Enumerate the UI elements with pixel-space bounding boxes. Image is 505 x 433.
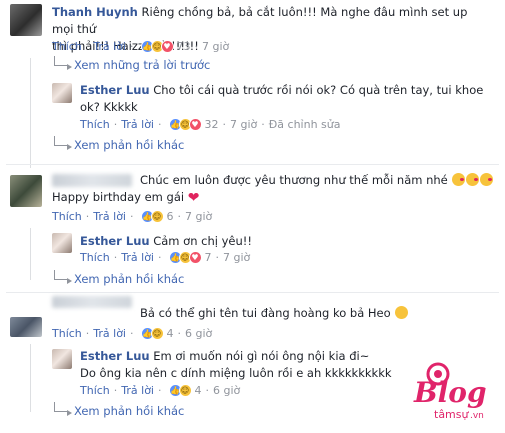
reaction-count: 73	[176, 40, 191, 53]
reaction-count: 4	[166, 327, 174, 340]
blurred-name	[52, 296, 132, 308]
timestamp[interactable]: 6 giờ	[213, 384, 240, 397]
timestamp[interactable]: 7 giờ	[185, 210, 212, 223]
commenter-name[interactable]: Esther Luu	[80, 234, 150, 248]
thread-line	[30, 58, 31, 168]
like-link[interactable]: Thích	[80, 118, 110, 131]
commenter-name[interactable]: Esther Luu	[80, 83, 150, 97]
watermark-sub: tâmsự	[434, 408, 470, 421]
view-more-replies-link[interactable]: Xem phản hồi khác	[74, 272, 184, 286]
commenter-name[interactable]: Esther Luu	[80, 349, 150, 363]
view-previous-replies-link[interactable]: Xem những trả lời trước	[74, 58, 210, 72]
reaction-count: 6	[166, 210, 174, 223]
comment-actions: Thích · Trả lời · 👍 ☺ ♥ 73 · 7 giờ	[52, 40, 230, 53]
reactions[interactable]: 👍 ☺ ♥	[140, 40, 174, 53]
reply-text: Esther Luu Cho tôi cái quà trước rồi nói…	[80, 83, 484, 114]
avatar[interactable]	[52, 349, 72, 369]
haha-reaction-icon: ☺	[150, 210, 164, 223]
reaction-count: 7	[204, 251, 212, 264]
timestamp[interactable]: 7 giờ	[230, 118, 257, 131]
like-link[interactable]: Thích	[52, 40, 82, 53]
timestamp[interactable]: 6 giờ	[185, 327, 212, 340]
divider	[6, 292, 499, 293]
comment-text: Chúc em luôn được yêu thương như thế mỗi…	[140, 172, 500, 189]
haha-reaction-icon: ☺	[178, 384, 192, 397]
reactions[interactable]: 👍 ☺	[140, 327, 164, 340]
divider	[6, 164, 499, 165]
avatar[interactable]	[52, 83, 72, 103]
like-link[interactable]: Thích	[80, 251, 110, 264]
timestamp[interactable]: 7 giờ	[202, 40, 229, 53]
avatar[interactable]	[10, 317, 42, 337]
reactions[interactable]: 👍 ☺	[140, 210, 164, 223]
reply-link[interactable]: Trả lời	[93, 210, 126, 223]
reactions[interactable]: 👍 ☺	[168, 384, 192, 397]
reply-link[interactable]: Trả lời	[121, 118, 154, 131]
reply-actions: Thích · Trả lời · 👍 ☺ ♥ 7 · 7 giờ	[80, 251, 251, 264]
reactions[interactable]: 👍 ☺ ♥	[168, 118, 202, 131]
haha-reaction-icon: ☺	[150, 327, 164, 340]
comment-text: Bả có thể ghi tên tui đàng hoàng ko bả H…	[140, 305, 500, 322]
like-link[interactable]: Thích	[52, 327, 82, 340]
heart-emoji-icon: ❤	[187, 190, 200, 206]
comment-actions: Thích · Trả lời · 👍 ☺ 6 · 7 giờ	[52, 210, 213, 223]
kiss-emoji-icon	[480, 173, 494, 186]
blurred-name	[52, 174, 132, 187]
like-link[interactable]: Thích	[80, 384, 110, 397]
watermark-tld: .vn	[470, 411, 484, 421]
reply-link[interactable]: Trả lời	[121, 251, 154, 264]
view-more-replies-link[interactable]: Xem phản hồi khác	[74, 404, 184, 418]
reply-actions: Thích · Trả lời · 👍 ☺ 4 · 6 giờ	[80, 384, 241, 397]
view-more-replies-link[interactable]: Xem phản hồi khác	[74, 138, 184, 152]
blog-tamsu-watermark-logo: Blog tâmsự .vn	[408, 360, 500, 426]
reply-arrow-icon	[54, 56, 72, 70]
love-reaction-icon: ♥	[188, 118, 202, 131]
kiss-emoji-icon	[452, 173, 466, 186]
thread-line	[30, 344, 31, 412]
comment-actions: Thích · Trả lời · 👍 ☺ 4 · 6 giờ	[52, 327, 213, 340]
reply-arrow-icon	[54, 270, 72, 284]
reply-link[interactable]: Trả lời	[121, 384, 154, 397]
reply-text: Esther Luu Cảm ơn chị yêu!!	[80, 234, 252, 248]
watermark-brand: Blog	[413, 376, 487, 409]
avatar[interactable]	[52, 233, 72, 253]
edited-label[interactable]: Đã chỉnh sửa	[269, 118, 341, 131]
reply-link[interactable]: Trả lời	[93, 40, 126, 53]
reaction-count: 4	[194, 384, 202, 397]
timestamp[interactable]: 7 giờ	[223, 251, 250, 264]
reply-link[interactable]: Trả lời	[93, 327, 126, 340]
love-reaction-icon: ♥	[188, 251, 202, 264]
avatar[interactable]	[10, 4, 42, 36]
reactions[interactable]: 👍 ☺ ♥	[168, 251, 202, 264]
thread-line	[30, 228, 31, 280]
commenter-name[interactable]: Thanh Huynh	[52, 5, 138, 19]
reply-arrow-icon	[54, 136, 72, 150]
kiss-emoji-icon	[466, 173, 480, 186]
comment-text-line2: Happy birthday em gái ❤	[52, 190, 200, 206]
reply-arrow-icon	[54, 402, 72, 416]
watermark-graphic: Blog tâmsự .vn	[413, 362, 487, 421]
avatar[interactable]	[10, 175, 42, 207]
reply-actions: Thích · Trả lời · 👍 ☺ ♥ 32 · 7 giờ · Đã …	[80, 118, 341, 131]
smile-emoji-icon	[395, 306, 409, 319]
reaction-count: 32	[204, 118, 219, 131]
love-reaction-icon: ♥	[160, 40, 174, 53]
like-link[interactable]: Thích	[52, 210, 82, 223]
